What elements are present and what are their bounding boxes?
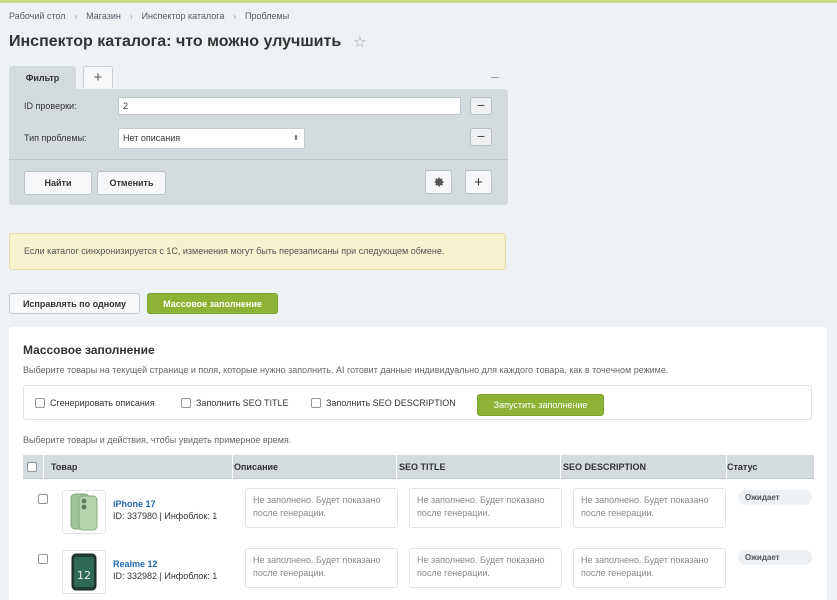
svg-text:12: 12 (77, 569, 91, 582)
settings-button[interactable] (425, 170, 452, 194)
type-select[interactable]: Нет описания ⬍ (118, 128, 305, 149)
row-checkbox[interactable] (38, 494, 48, 504)
run-fill-button[interactable]: Запустить заполнение (477, 394, 604, 416)
panel-title: Массовое заполнение (23, 343, 155, 357)
breadcrumb-item-inspector[interactable]: Инспектор каталога (142, 11, 225, 21)
tab-filter[interactable]: Фильтр (9, 66, 76, 90)
product-meta: ID: 332982 | Инфоблок: 1 (113, 571, 218, 581)
column-divider (560, 455, 561, 479)
id-label: ID проверки: (24, 101, 77, 111)
row-checkbox[interactable] (38, 554, 48, 564)
column-status[interactable]: Статус (727, 455, 757, 479)
seo-title-option[interactable]: Заполнить SEO TITLE (181, 398, 289, 408)
product-name[interactable]: Realme 12 (113, 559, 158, 569)
chevron-right-icon: › (74, 11, 78, 21)
column-divider (43, 455, 44, 479)
options-box: Сгенерировать описания Заполнить SEO TIT… (23, 385, 812, 420)
panel-description: Выберите товары на текущей странице и по… (23, 365, 669, 375)
seo-title-preview: Не заполнено. Будет показано после генер… (409, 548, 562, 588)
minus-icon: − (476, 97, 486, 113)
seo-title-preview: Не заполнено. Будет показано после генер… (409, 488, 562, 528)
filter-tabs: Фильтр + (9, 66, 113, 90)
plus-icon: + (474, 173, 483, 191)
column-divider (396, 455, 397, 479)
mass-fill-panel: Массовое заполнение Выберите товары на т… (9, 327, 827, 600)
table-header: Товар Описание SEO TITLE SEO DESCRIPTION… (23, 455, 814, 479)
gen-desc-label: Сгенерировать описания (50, 398, 155, 408)
sync-warning: Если каталог синхронизируется с 1С, изме… (9, 233, 506, 270)
table-row: 12 Realme 12 ID: 332982 | Инфоблок: 1 Не… (23, 545, 814, 600)
product-meta: ID: 337980 | Инфоблок: 1 (113, 511, 218, 521)
column-divider (232, 455, 233, 479)
product-name[interactable]: iPhone 17 (113, 499, 156, 509)
seo-title-checkbox[interactable] (181, 398, 191, 408)
type-select-value: Нет описания (123, 133, 181, 143)
column-product[interactable]: Товар (51, 455, 77, 479)
add-field-button[interactable]: + (465, 170, 492, 194)
seo-desc-checkbox[interactable] (311, 398, 321, 408)
breadcrumb: Рабочий стол › Магазин › Инспектор катал… (9, 11, 289, 21)
id-input[interactable]: 2 (118, 97, 461, 115)
page-title-wrap: Инспектор каталога: что можно улучшить ☆ (9, 33, 367, 51)
cancel-button[interactable]: Отменить (97, 171, 166, 195)
description-preview: Не заполнено. Будет показано после генер… (245, 548, 398, 588)
type-label: Тип проблемы: (24, 133, 87, 143)
gen-desc-option[interactable]: Сгенерировать описания (35, 398, 155, 408)
gen-desc-checkbox[interactable] (35, 398, 45, 408)
seo-desc-option[interactable]: Заполнить SEO DESCRIPTION (311, 398, 456, 408)
star-icon[interactable]: ☆ (353, 33, 366, 51)
product-image[interactable] (62, 490, 106, 534)
description-preview: Не заполнено. Будет показано после генер… (245, 488, 398, 528)
status-badge: Ожидает (738, 550, 812, 565)
status-badge: Ожидает (738, 490, 812, 505)
collapse-filter-icon[interactable]: – (491, 69, 501, 83)
remove-type-field-button[interactable]: − (470, 128, 492, 146)
table-row: iPhone 17 ID: 337980 | Инфоблок: 1 Не за… (23, 485, 814, 543)
mass-mode-button[interactable]: Массовое заполнение (147, 293, 278, 314)
seo-title-label: Заполнить SEO TITLE (196, 398, 289, 408)
plus-icon: + (93, 69, 103, 86)
chevron-right-icon: › (129, 11, 133, 21)
filter-divider (9, 159, 508, 160)
page-title: Инспектор каталога: что можно улучшить (9, 33, 342, 50)
breadcrumb-item-problems[interactable]: Проблемы (245, 11, 289, 21)
filter-panel: ID проверки: 2 − Тип проблемы: Нет описа… (9, 89, 508, 205)
phone-image-icon: 12 (71, 553, 97, 591)
seo-description-preview: Не заполнено. Будет показано после генер… (573, 548, 726, 588)
time-hint: Выберите товары и действия, чтобы увидет… (23, 435, 292, 445)
seo-description-preview: Не заполнено. Будет показано после генер… (573, 488, 726, 528)
breadcrumb-item-desktop[interactable]: Рабочий стол (9, 11, 66, 21)
gear-icon (434, 177, 444, 187)
select-arrows-icon: ⬍ (293, 135, 299, 142)
phone-image-icon (70, 493, 98, 531)
seo-desc-label: Заполнить SEO DESCRIPTION (326, 398, 456, 408)
minus-icon: − (476, 128, 486, 144)
breadcrumb-item-shop[interactable]: Магазин (86, 11, 121, 21)
chevron-right-icon: › (233, 11, 237, 21)
column-description[interactable]: Описание (234, 455, 278, 479)
select-all-checkbox[interactable] (27, 462, 37, 472)
single-mode-button[interactable]: Исправлять по одному (9, 293, 140, 314)
product-image[interactable]: 12 (62, 550, 106, 594)
column-seo-description[interactable]: SEO DESCRIPTION (563, 455, 646, 479)
remove-id-field-button[interactable]: − (470, 97, 492, 115)
find-button[interactable]: Найти (24, 171, 92, 195)
column-seo-title[interactable]: SEO TITLE (399, 455, 446, 479)
add-tab-button[interactable]: + (83, 66, 113, 88)
